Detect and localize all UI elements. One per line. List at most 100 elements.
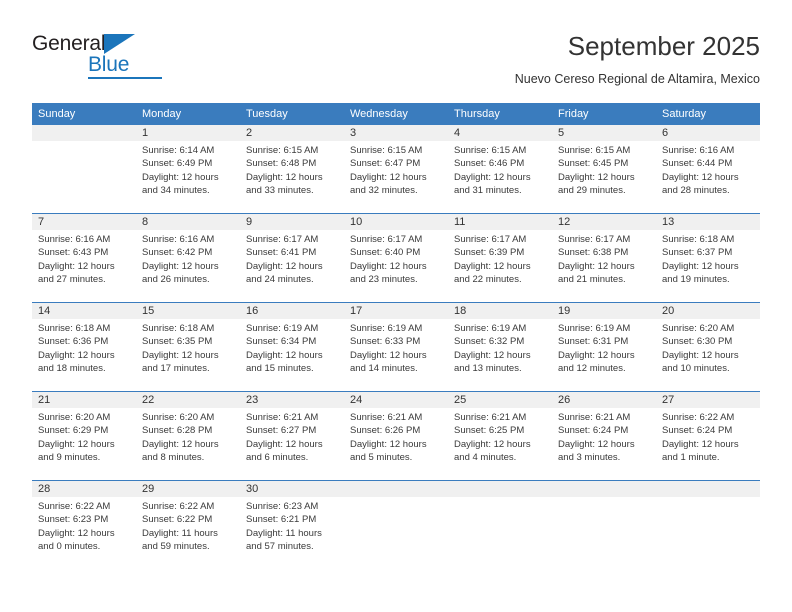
day-details: Sunrise: 6:17 AM Sunset: 6:40 PM Daylight:… <box>344 230 448 287</box>
day-cell[interactable]: 4 Sunrise: 6:15 AM Sunset: 6:46 PM Daylight… <box>448 125 552 214</box>
daylight-text-line2: and 3 minutes. <box>558 452 621 464</box>
day-cell[interactable]: 22 Sunrise: 6:20 AM Sunset: 6:28 PM Dayligh… <box>136 391 240 481</box>
day-details: Sunrise: 6:16 AM Sunset: 6:43 PM Daylight:… <box>32 230 136 287</box>
sunset-text: Sunset: 6:29 PM <box>38 425 109 437</box>
day-cell[interactable] <box>344 480 448 573</box>
calendar-header-row: Sunday Monday Tuesday Wednesday Thursday… <box>32 103 760 125</box>
day-cell[interactable]: 9 Sunrise: 6:17 AM Sunset: 6:41 PM Daylight… <box>240 213 344 303</box>
day-details: Sunrise: 6:15 AM Sunset: 6:46 PM Daylight:… <box>448 141 552 198</box>
day-details: Sunrise: 6:16 AM Sunset: 6:42 PM Daylight:… <box>136 230 240 287</box>
week-row: 21 Sunrise: 6:20 AM Sunset: 6:29 PM Dayligh… <box>32 391 760 481</box>
weekday-header-saturday: Saturday <box>656 103 760 125</box>
day-details: Sunrise: 6:23 AM Sunset: 6:21 PM Daylight:… <box>240 497 344 554</box>
day-cell[interactable]: 29 Sunrise: 6:22 AM Sunset: 6:22 PM Dayligh… <box>136 480 240 573</box>
sunset-text: Sunset: 6:47 PM <box>350 158 421 170</box>
sunset-text: Sunset: 6:22 PM <box>142 514 213 526</box>
day-cell[interactable]: 13 Sunrise: 6:18 AM Sunset: 6:37 PM Dayligh… <box>656 213 760 303</box>
day-cell[interactable] <box>32 125 136 214</box>
title-block: September 2025 Nuevo Cereso Regional de … <box>515 30 760 88</box>
day-cell[interactable]: 24 Sunrise: 6:21 AM Sunset: 6:26 PM Dayligh… <box>344 391 448 481</box>
day-cell[interactable]: 14 Sunrise: 6:18 AM Sunset: 6:36 PM Dayligh… <box>32 302 136 392</box>
day-cell[interactable] <box>448 480 552 573</box>
daylight-text-line1: Daylight: 12 hours <box>142 260 219 272</box>
day-number: 25 <box>448 392 552 408</box>
day-number: 22 <box>136 392 240 408</box>
day-number <box>448 481 552 497</box>
day-details: Sunrise: 6:22 AM Sunset: 6:24 PM Daylight:… <box>656 408 760 465</box>
week-row: 1 Sunrise: 6:14 AM Sunset: 6:49 PM Daylight… <box>32 125 760 214</box>
daylight-text-line2: and 13 minutes. <box>454 363 522 375</box>
day-number: 12 <box>552 214 656 230</box>
calendar-page: General Blue September 2025 Nuevo Cereso… <box>0 0 792 612</box>
daylight-text-line1: Daylight: 12 hours <box>38 349 115 361</box>
day-number: 28 <box>32 481 136 497</box>
sunset-text: Sunset: 6:36 PM <box>38 336 109 348</box>
sunrise-text: Sunrise: 6:18 AM <box>662 234 735 245</box>
day-cell[interactable]: 20 Sunrise: 6:20 AM Sunset: 6:30 PM Dayligh… <box>656 302 760 392</box>
daylight-text-line2: and 23 minutes. <box>350 274 418 286</box>
day-cell[interactable]: 19 Sunrise: 6:19 AM Sunset: 6:31 PM Dayligh… <box>552 302 656 392</box>
day-cell[interactable]: 17 Sunrise: 6:19 AM Sunset: 6:33 PM Dayligh… <box>344 302 448 392</box>
sunset-text: Sunset: 6:23 PM <box>38 514 109 526</box>
day-cell[interactable]: 16 Sunrise: 6:19 AM Sunset: 6:34 PM Dayligh… <box>240 302 344 392</box>
sunset-text: Sunset: 6:39 PM <box>454 247 525 259</box>
daylight-text-line1: Daylight: 12 hours <box>662 349 739 361</box>
day-cell[interactable]: 25 Sunrise: 6:21 AM Sunset: 6:25 PM Dayligh… <box>448 391 552 481</box>
day-number: 23 <box>240 392 344 408</box>
day-number: 29 <box>136 481 240 497</box>
sunset-text: Sunset: 6:30 PM <box>662 336 733 348</box>
day-cell[interactable]: 12 Sunrise: 6:17 AM Sunset: 6:38 PM Dayligh… <box>552 213 656 303</box>
day-cell[interactable]: 3 Sunrise: 6:15 AM Sunset: 6:47 PM Daylight… <box>344 125 448 214</box>
daylight-text-line2: and 4 minutes. <box>454 452 517 464</box>
sunrise-text: Sunrise: 6:22 AM <box>662 412 735 423</box>
page-title: September 2025 <box>567 31 760 61</box>
day-cell[interactable]: 11 Sunrise: 6:17 AM Sunset: 6:39 PM Dayligh… <box>448 213 552 303</box>
sunset-text: Sunset: 6:27 PM <box>246 425 317 437</box>
day-number: 21 <box>32 392 136 408</box>
day-cell[interactable] <box>552 480 656 573</box>
day-details: Sunrise: 6:18 AM Sunset: 6:37 PM Daylight:… <box>656 230 760 287</box>
day-number <box>344 481 448 497</box>
day-cell[interactable]: 10 Sunrise: 6:17 AM Sunset: 6:40 PM Dayligh… <box>344 213 448 303</box>
sunset-text: Sunset: 6:31 PM <box>558 336 629 348</box>
day-details: Sunrise: 6:14 AM Sunset: 6:49 PM Daylight:… <box>136 141 240 198</box>
daylight-text-line2: and 31 minutes. <box>454 185 522 197</box>
day-cell[interactable]: 2 Sunrise: 6:15 AM Sunset: 6:48 PM Daylight… <box>240 125 344 214</box>
day-number <box>552 481 656 497</box>
day-details: Sunrise: 6:18 AM Sunset: 6:36 PM Daylight:… <box>32 319 136 376</box>
day-details: Sunrise: 6:21 AM Sunset: 6:27 PM Daylight:… <box>240 408 344 465</box>
day-cell[interactable]: 18 Sunrise: 6:19 AM Sunset: 6:32 PM Dayligh… <box>448 302 552 392</box>
day-number <box>32 125 136 141</box>
sunrise-text: Sunrise: 6:16 AM <box>142 234 215 245</box>
day-cell[interactable]: 1 Sunrise: 6:14 AM Sunset: 6:49 PM Daylight… <box>136 125 240 214</box>
day-cell[interactable]: 26 Sunrise: 6:21 AM Sunset: 6:24 PM Dayligh… <box>552 391 656 481</box>
sunset-text: Sunset: 6:48 PM <box>246 158 317 170</box>
day-cell[interactable]: 6 Sunrise: 6:16 AM Sunset: 6:44 PM Daylight… <box>656 125 760 214</box>
day-number: 20 <box>656 303 760 319</box>
day-cell[interactable]: 8 Sunrise: 6:16 AM Sunset: 6:42 PM Daylight… <box>136 213 240 303</box>
day-cell[interactable]: 27 Sunrise: 6:22 AM Sunset: 6:24 PM Dayligh… <box>656 391 760 481</box>
page-header: General Blue September 2025 Nuevo Cereso… <box>0 0 792 103</box>
day-cell[interactable]: 7 Sunrise: 6:16 AM Sunset: 6:43 PM Daylight… <box>32 213 136 303</box>
sunrise-text: Sunrise: 6:21 AM <box>246 412 319 423</box>
day-cell[interactable]: 23 Sunrise: 6:21 AM Sunset: 6:27 PM Dayligh… <box>240 391 344 481</box>
daylight-text-line1: Daylight: 12 hours <box>558 438 635 450</box>
day-cell[interactable] <box>656 480 760 573</box>
day-details: Sunrise: 6:22 AM Sunset: 6:23 PM Daylight:… <box>32 497 136 554</box>
day-cell[interactable]: 5 Sunrise: 6:15 AM Sunset: 6:45 PM Daylight… <box>552 125 656 214</box>
day-cell[interactable]: 28 Sunrise: 6:22 AM Sunset: 6:23 PM Dayligh… <box>32 480 136 573</box>
daylight-text-line2: and 18 minutes. <box>38 363 106 375</box>
daylight-text-line2: and 26 minutes. <box>142 274 210 286</box>
sunset-text: Sunset: 6:49 PM <box>142 158 213 170</box>
calendar-body: 1 Sunrise: 6:14 AM Sunset: 6:49 PM Daylight… <box>32 125 760 573</box>
daylight-text-line1: Daylight: 12 hours <box>662 171 739 183</box>
day-cell[interactable]: 30 Sunrise: 6:23 AM Sunset: 6:21 PM Dayligh… <box>240 480 344 573</box>
sunset-text: Sunset: 6:38 PM <box>558 247 629 259</box>
day-number: 6 <box>656 125 760 141</box>
daylight-text-line1: Daylight: 12 hours <box>246 349 323 361</box>
day-cell[interactable]: 21 Sunrise: 6:20 AM Sunset: 6:29 PM Dayligh… <box>32 391 136 481</box>
day-cell[interactable]: 15 Sunrise: 6:18 AM Sunset: 6:35 PM Dayligh… <box>136 302 240 392</box>
week-row: 28 Sunrise: 6:22 AM Sunset: 6:23 PM Dayligh… <box>32 480 760 573</box>
calendar-table: Sunday Monday Tuesday Wednesday Thursday… <box>32 103 760 573</box>
day-details: Sunrise: 6:19 AM Sunset: 6:31 PM Daylight:… <box>552 319 656 376</box>
